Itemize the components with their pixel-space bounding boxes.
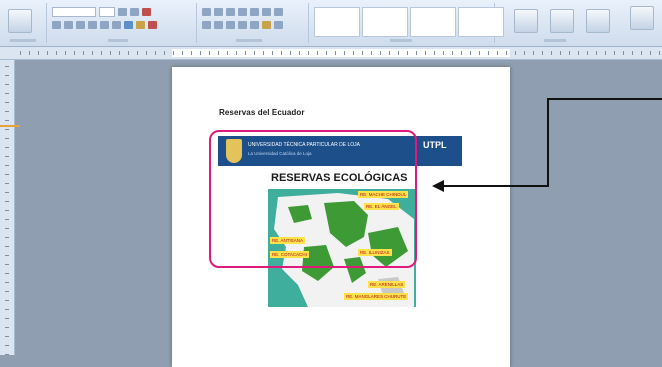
callout-arrow-icon <box>432 98 662 192</box>
